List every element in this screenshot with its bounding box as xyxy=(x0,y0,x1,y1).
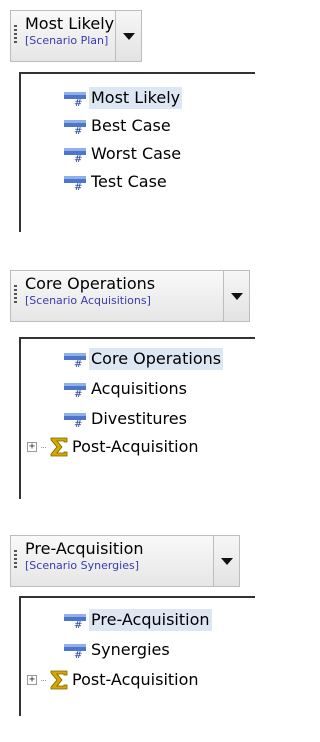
scenario-icon: # xyxy=(63,641,89,659)
dropdown-toggle-button[interactable] xyxy=(214,535,240,587)
svg-text:#: # xyxy=(74,389,82,398)
scenario-icon: # xyxy=(63,173,89,191)
list-item-label: Best Case xyxy=(91,116,171,135)
svg-text:#: # xyxy=(74,126,82,135)
tree-connector xyxy=(41,446,46,448)
chevron-down-icon xyxy=(220,557,233,565)
dropdown-toggle-button[interactable] xyxy=(116,10,142,62)
dropdown-subtitle: [Scenario Plan] xyxy=(25,34,109,47)
dropdown-title: Most Likely xyxy=(25,14,115,33)
svg-text:#: # xyxy=(74,359,82,368)
scenario-icon: # xyxy=(63,611,89,629)
list-item-label: Post-Acquisition xyxy=(72,437,199,456)
svg-text:#: # xyxy=(74,650,82,659)
list-item[interactable]: # Synergies xyxy=(63,638,172,662)
svg-text:#: # xyxy=(74,419,82,428)
scenario-dropdown[interactable]: Pre-Acquisition [Scenario Synergies] xyxy=(10,535,240,587)
scenario-icon: # xyxy=(63,145,89,163)
list-item-label: Synergies xyxy=(91,640,170,659)
list-item[interactable]: # Most Likely xyxy=(63,86,183,110)
svg-text:#: # xyxy=(74,620,82,629)
dropdown-subtitle: [Scenario Synergies] xyxy=(25,559,139,572)
sigma-icon xyxy=(48,669,70,691)
dropdown-list: # Core Operations # Acquisitions # Dives… xyxy=(19,337,255,499)
dropdown-list: # Most Likely # Best Case # Worst Case #… xyxy=(19,72,255,232)
expand-toggle-icon[interactable]: + xyxy=(27,442,37,452)
svg-text:#: # xyxy=(74,154,82,163)
list-item[interactable]: # Acquisitions xyxy=(63,377,189,401)
dropdown-title: Pre-Acquisition xyxy=(25,539,144,558)
list-item-label: Divestitures xyxy=(91,409,187,428)
dropdown-display[interactable]: Most Likely [Scenario Plan] xyxy=(10,10,116,62)
grip-handle-icon[interactable] xyxy=(14,285,17,303)
scenario-icon: # xyxy=(63,380,89,398)
svg-text:#: # xyxy=(74,98,82,107)
dropdown-display[interactable]: Pre-Acquisition [Scenario Synergies] xyxy=(10,535,214,587)
list-item-label: Most Likely xyxy=(89,87,183,109)
scenario-dropdown[interactable]: Core Operations [Scenario Acquisitions] xyxy=(10,270,250,322)
list-item[interactable]: # Test Case xyxy=(63,170,169,194)
scenario-icon: # xyxy=(63,350,89,368)
list-item[interactable]: # Core Operations xyxy=(63,347,224,371)
dropdown-subtitle: [Scenario Acquisitions] xyxy=(25,294,151,307)
list-item-label: Worst Case xyxy=(91,144,182,163)
sigma-icon xyxy=(48,436,70,458)
chevron-down-icon xyxy=(122,32,135,40)
list-item-label: Pre-Acquisition xyxy=(89,609,212,631)
dropdown-display[interactable]: Core Operations [Scenario Acquisitions] xyxy=(10,270,224,322)
list-item[interactable]: # Best Case xyxy=(63,114,173,138)
scenario-icon: # xyxy=(63,410,89,428)
scenario-icon: # xyxy=(63,89,89,107)
dropdown-title: Core Operations xyxy=(25,274,156,293)
list-item[interactable]: # Divestitures xyxy=(63,407,189,431)
tree-connector xyxy=(41,679,46,681)
list-item-label: Core Operations xyxy=(89,348,224,370)
list-item-label: Post-Acquisition xyxy=(72,670,199,689)
scenario-icon: # xyxy=(63,117,89,135)
dropdown-list: # Pre-Acquisition # Synergies + Post-Acq… xyxy=(19,596,255,716)
list-item-label: Test Case xyxy=(91,172,167,191)
list-item-label: Acquisitions xyxy=(91,379,187,398)
svg-text:#: # xyxy=(74,182,82,191)
grip-handle-icon[interactable] xyxy=(14,25,17,43)
chevron-down-icon xyxy=(230,292,243,300)
grip-handle-icon[interactable] xyxy=(14,550,17,568)
list-item[interactable]: # Worst Case xyxy=(63,142,183,166)
list-item[interactable]: + Post-Acquisition xyxy=(27,668,201,692)
expand-toggle-icon[interactable]: + xyxy=(27,675,37,685)
dropdown-toggle-button[interactable] xyxy=(224,270,250,322)
list-item[interactable]: + Post-Acquisition xyxy=(27,435,201,459)
scenario-dropdown[interactable]: Most Likely [Scenario Plan] xyxy=(10,10,142,62)
list-item[interactable]: # Pre-Acquisition xyxy=(63,608,212,632)
